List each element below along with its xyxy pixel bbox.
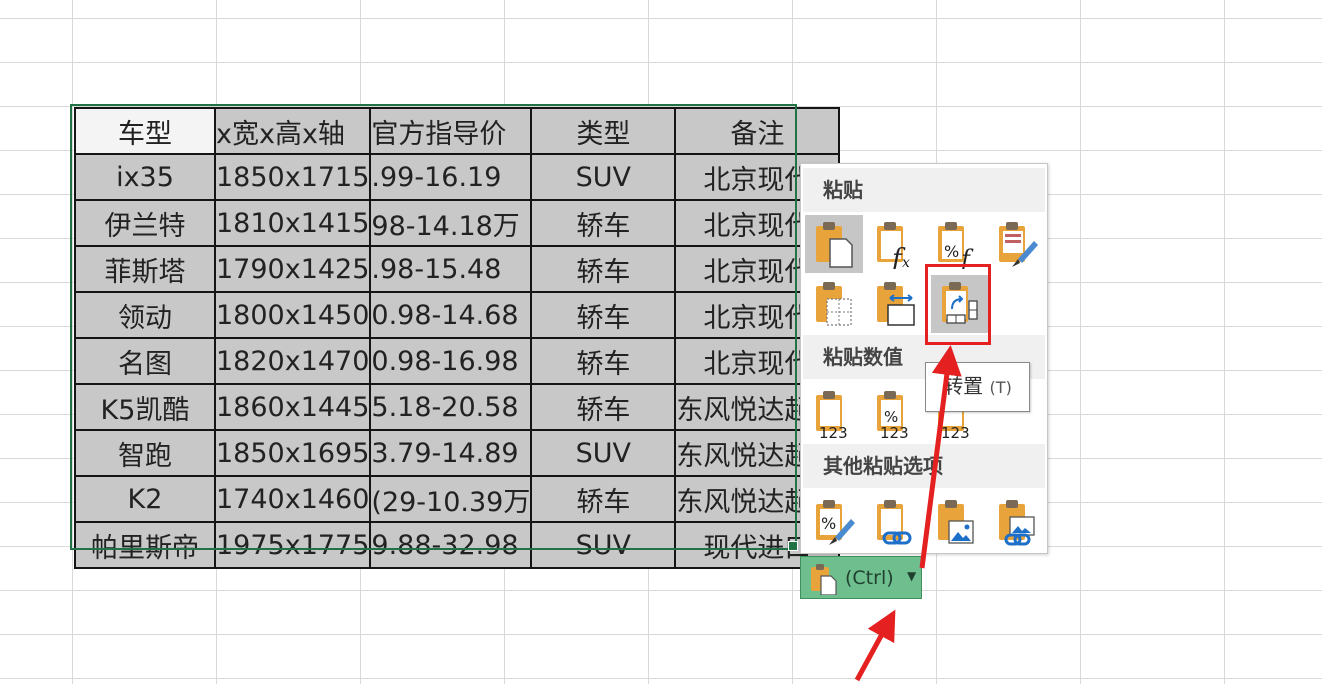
linked-picture-icon (999, 500, 1035, 546)
header-cell[interactable]: 官方指导价 (369, 107, 533, 155)
paste-formulas-button[interactable]: fx (866, 215, 924, 273)
table-row[interactable]: 菲斯塔 1790x1425.98-15.48 轿车 北京现代 (74, 245, 841, 293)
table-cell[interactable]: SUV (530, 521, 677, 569)
format-brush-icon: % (816, 500, 855, 545)
table-cell[interactable]: 轿车 (530, 245, 677, 293)
header-cell[interactable]: 类型 (530, 107, 677, 155)
table-cell[interactable]: 菲斯塔 (74, 245, 216, 293)
values-icon: 123 (816, 391, 848, 438)
table-cell[interactable]: 伊兰特 (74, 199, 216, 247)
chevron-down-icon: ▼ (907, 569, 917, 583)
table-cell[interactable]: 1850x1695 (213, 429, 372, 477)
table-row[interactable]: K5凯酷 1860x1445 5.18-20.58 轿车 东风悦达起亚 (74, 383, 841, 431)
table-cell[interactable]: 5.18-20.58 (369, 383, 533, 431)
values-percent-icon: %123 (877, 391, 909, 438)
formatting-button[interactable]: % (805, 493, 863, 551)
table-cell[interactable]: 9.88-32.98 (369, 521, 533, 569)
paste-options-ctrl-button[interactable]: (Ctrl) ▼ (800, 556, 922, 599)
link-icon (877, 500, 912, 545)
clipboard-icon (816, 222, 853, 268)
table-cell[interactable]: 1740x1460 (213, 475, 372, 523)
table-row[interactable]: 领动 1800x1450 0.98-14.68 轿车 北京现代 (74, 291, 841, 339)
highlight-box (925, 264, 991, 345)
paste-values-number-format-button[interactable]: % 123 (866, 384, 924, 442)
svg-text:123: 123 (941, 424, 970, 438)
table-cell[interactable]: 1850x1715 (213, 153, 372, 201)
table-cell[interactable]: 领动 (74, 291, 216, 339)
table-cell[interactable]: 轿车 (530, 199, 677, 247)
header-cell[interactable]: 车型 (74, 107, 216, 155)
table-cell[interactable]: .98-15.48 (369, 245, 533, 293)
svg-text:123: 123 (880, 424, 909, 438)
data-table[interactable]: 车型 x宽x高x轴 官方指导价 类型 备注 ix35 1850x1715.99-16.19 S… (74, 107, 841, 569)
table-row[interactable]: 帕里斯帝 1975x1775 9.88-32.98 SUV 现代进口 (74, 521, 841, 569)
column-width-icon (877, 282, 915, 326)
transpose-tooltip: 转置 (T) (925, 362, 1030, 412)
table-cell[interactable]: 3.79-14.89 (369, 429, 533, 477)
table-cell[interactable]: 98-14.18万 (369, 199, 533, 247)
svg-text:x: x (902, 255, 910, 269)
table-cell[interactable]: 1790x1425 (213, 245, 372, 293)
table-cell[interactable]: .99-16.19 (369, 153, 533, 201)
keep-column-widths-button[interactable] (866, 275, 924, 333)
tooltip-label: 转置 (943, 374, 984, 398)
table-cell[interactable]: 0.98-16.98 (369, 337, 533, 385)
paste-options-menu: 粘贴 fx % f 粘贴数值 123 % 123 123 其他粘贴选项 % (800, 163, 1048, 554)
table-cell[interactable]: 1860x1445 (213, 383, 372, 431)
percent-formula-icon: % f (938, 222, 974, 269)
paste-button[interactable] (805, 215, 863, 273)
table-cell[interactable]: 0.98-14.68 (369, 291, 533, 339)
table-cell[interactable]: SUV (530, 153, 677, 201)
table-cell[interactable]: 1975x1775 (213, 521, 372, 569)
header-row[interactable]: 车型 x宽x高x轴 官方指导价 类型 备注 (74, 107, 841, 155)
paste-link-button[interactable] (866, 493, 924, 551)
picture-icon (938, 500, 974, 544)
table-cell[interactable]: 1810x1415 (213, 199, 372, 247)
table-row[interactable]: 智跑 1850x1695 3.79-14.89 SUV 东风悦达起亚 (74, 429, 841, 477)
tooltip-shortcut: (T) (989, 378, 1012, 397)
table-cell[interactable]: K5凯酷 (74, 383, 216, 431)
table-cell[interactable]: SUV (530, 429, 677, 477)
table-cell[interactable]: K2 (74, 475, 216, 523)
table-cell[interactable]: 帕里斯帝 (74, 521, 216, 569)
no-borders-icon (816, 282, 852, 326)
header-cell[interactable]: 备注 (674, 107, 841, 155)
clipboard-icon (811, 564, 837, 595)
table-cell[interactable]: 1800x1450 (213, 291, 372, 339)
paintbrush-icon (999, 222, 1038, 267)
table-cell[interactable]: 轿车 (530, 383, 677, 431)
no-borders-button[interactable] (805, 275, 863, 333)
table-cell[interactable]: 轿车 (530, 337, 677, 385)
linked-picture-button[interactable] (988, 493, 1046, 551)
table-cell[interactable]: 名图 (74, 337, 216, 385)
svg-text:%: % (821, 514, 836, 533)
svg-text:123: 123 (819, 424, 848, 438)
svg-text:%: % (944, 242, 959, 261)
table-row[interactable]: 名图 1820x1470 0.98-16.98 轿车 北京现代 (74, 337, 841, 385)
section-header-other-paste: 其他粘贴选项 (803, 444, 1045, 488)
fill-handle[interactable] (788, 541, 798, 551)
formula-icon: fx (877, 222, 910, 269)
table-cell[interactable]: (29-10.39万 (369, 475, 533, 523)
table-cell[interactable]: 轿车 (530, 475, 677, 523)
keep-source-formatting-button[interactable] (988, 215, 1046, 273)
table-cell[interactable]: 1820x1470 (213, 337, 372, 385)
table-cell[interactable]: 智跑 (74, 429, 216, 477)
table-row[interactable]: 伊兰特 1810x1415 98-14.18万 轿车 北京现代 (74, 199, 841, 247)
picture-button[interactable] (927, 493, 985, 551)
paste-values-button[interactable]: 123 (805, 384, 863, 442)
header-cell[interactable]: x宽x高x轴 (213, 107, 372, 155)
table-row[interactable]: ix35 1850x1715.99-16.19 SUV 北京现代 (74, 153, 841, 201)
table-row[interactable]: K2 1740x1460 (29-10.39万 轿车 东风悦达起亚 (74, 475, 841, 523)
section-header-paste: 粘贴 (803, 168, 1045, 212)
table-cell[interactable]: ix35 (74, 153, 216, 201)
ctrl-button-label: (Ctrl) (845, 567, 894, 589)
table-cell[interactable]: 轿车 (530, 291, 677, 339)
